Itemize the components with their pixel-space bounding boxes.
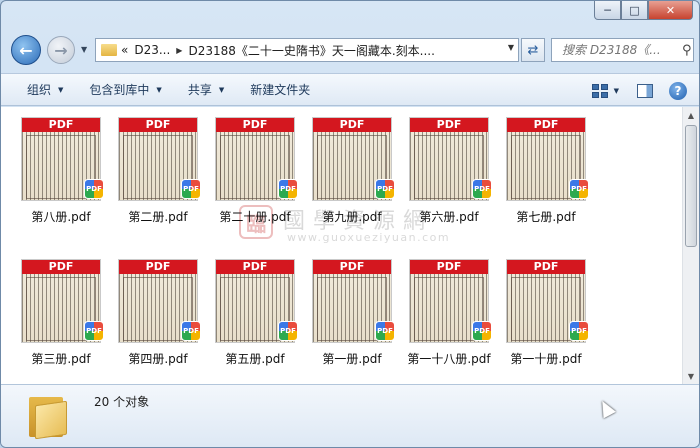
- scroll-thumb[interactable]: [685, 125, 697, 247]
- view-options-icon[interactable]: [591, 83, 608, 98]
- explorer-window: ─ □ ✕ ← → ▼ « D23... ▶ D23188《二十一史隋书》天一阁…: [0, 0, 700, 448]
- pdf-app-icon: PDF: [569, 321, 589, 341]
- new-folder-label: 新建文件夹: [250, 83, 311, 97]
- share-menu[interactable]: 共享 ▼: [188, 81, 224, 98]
- file-item[interactable]: PDF PDF 第四册.pdf: [110, 251, 206, 379]
- back-button[interactable]: ←: [11, 35, 41, 65]
- scroll-up-icon[interactable]: ▲: [683, 107, 699, 123]
- breadcrumb-item[interactable]: D23...: [134, 43, 170, 57]
- pdf-app-icon: PDF: [472, 321, 492, 341]
- breadcrumb-overflow[interactable]: «: [121, 43, 128, 57]
- search-icon[interactable]: ⚲: [682, 43, 692, 58]
- share-label: 共享: [187, 83, 212, 97]
- refresh-icon: ⇄: [527, 42, 539, 58]
- forward-button[interactable]: →: [47, 36, 75, 64]
- file-name: 第四册.pdf: [128, 352, 188, 366]
- chevron-down-icon: ▼: [218, 85, 225, 94]
- address-bar[interactable]: « D23... ▶ D23188《二十一史隋书》天一阁藏本.刻本.... ▼: [95, 38, 519, 62]
- new-folder-button[interactable]: 新建文件夹: [250, 81, 310, 98]
- close-button[interactable]: ✕: [648, 1, 693, 20]
- pdf-banner: PDF: [507, 118, 585, 132]
- pdf-app-icon: PDF: [278, 321, 298, 341]
- preview-pane-icon[interactable]: [637, 83, 653, 98]
- minimize-button[interactable]: ─: [594, 1, 621, 20]
- pdf-app-icon: PDF: [375, 179, 395, 199]
- maximize-button[interactable]: □: [621, 1, 648, 20]
- file-name: 第二册.pdf: [128, 210, 188, 224]
- file-item[interactable]: PDF PDF 第一册.pdf: [304, 251, 400, 379]
- scroll-down-icon[interactable]: ▼: [683, 368, 699, 384]
- file-name: 第一十八册.pdf: [407, 352, 491, 366]
- item-count: 20 个对象: [94, 395, 150, 409]
- recent-pages-dropdown[interactable]: ▼: [81, 45, 87, 54]
- view-dropdown-icon[interactable]: ▼: [614, 87, 619, 95]
- pdf-banner: PDF: [119, 118, 197, 132]
- details-pane: 20 个对象: [1, 384, 699, 447]
- navigation-row: ← → ▼ « D23... ▶ D23188《二十一史隋书》天一阁藏本.刻本.…: [1, 33, 699, 67]
- breadcrumb-item[interactable]: D23188《二十一史隋书》天一阁藏本.刻本....: [188, 42, 435, 59]
- pdf-banner: PDF: [22, 118, 100, 132]
- pdf-app-icon: PDF: [278, 179, 298, 199]
- file-item[interactable]: PDF PDF 第三册.pdf: [13, 251, 109, 379]
- organize-label: 组织: [27, 83, 52, 97]
- pdf-banner: PDF: [410, 118, 488, 132]
- file-name: 第七册.pdf: [516, 210, 576, 224]
- file-item[interactable]: PDF PDF 第二十册.pdf: [207, 109, 303, 237]
- refresh-button[interactable]: ⇄: [521, 38, 545, 62]
- pdf-banner: PDF: [119, 260, 197, 274]
- file-item[interactable]: PDF PDF 第八册.pdf: [13, 109, 109, 237]
- pdf-banner: PDF: [216, 118, 294, 132]
- pdf-app-icon: PDF: [84, 321, 104, 341]
- pdf-banner: PDF: [313, 260, 391, 274]
- file-item[interactable]: PDF PDF 第一十册.pdf: [498, 251, 594, 379]
- help-icon[interactable]: ?: [669, 81, 687, 100]
- folder-icon: [29, 393, 73, 440]
- file-item[interactable]: PDF PDF 第二册.pdf: [110, 109, 206, 237]
- organize-menu[interactable]: 组织 ▼: [27, 81, 63, 98]
- file-item[interactable]: PDF PDF 第七册.pdf: [498, 109, 594, 237]
- file-name: 第五册.pdf: [225, 352, 285, 366]
- pdf-app-icon: PDF: [375, 321, 395, 341]
- chevron-down-icon: ▼: [58, 85, 64, 94]
- folder-icon: [101, 44, 117, 56]
- include-in-library-menu[interactable]: 包含到库中 ▼: [89, 81, 161, 98]
- file-item[interactable]: PDF PDF 第六册.pdf: [401, 109, 497, 237]
- file-name: 第六册.pdf: [419, 210, 479, 224]
- file-name: 第二十册.pdf: [219, 210, 291, 224]
- pdf-app-icon: PDF: [472, 179, 492, 199]
- file-name: 第九册.pdf: [322, 210, 382, 224]
- file-name: 第一十册.pdf: [510, 352, 582, 366]
- address-dropdown-icon[interactable]: ▼: [508, 43, 514, 52]
- file-item[interactable]: PDF PDF 第五册.pdf: [207, 251, 303, 379]
- title-bar: ─ □ ✕: [1, 1, 699, 31]
- search-input[interactable]: [562, 43, 680, 57]
- pdf-app-icon: PDF: [569, 179, 589, 199]
- pdf-banner: PDF: [313, 118, 391, 132]
- include-label: 包含到库中: [89, 83, 150, 97]
- file-item[interactable]: PDF PDF 第九册.pdf: [304, 109, 400, 237]
- command-bar: 组织 ▼ 包含到库中 ▼ 共享 ▼ 新建文件夹 ▼ ?: [1, 73, 699, 106]
- pdf-banner: PDF: [410, 260, 488, 274]
- pdf-app-icon: PDF: [84, 179, 104, 199]
- pdf-banner: PDF: [507, 260, 585, 274]
- pdf-app-icon: PDF: [181, 321, 201, 341]
- pdf-banner: PDF: [216, 260, 294, 274]
- file-item[interactable]: PDF PDF 第一十八册.pdf: [401, 251, 497, 379]
- search-box[interactable]: ⚲: [551, 38, 694, 62]
- pdf-banner: PDF: [22, 260, 100, 274]
- file-list-pane[interactable]: 臨 國學資源網 www.guoxueziyuan.com ▲ ▼ PDF PDF 第…: [1, 107, 699, 384]
- file-name: 第三册.pdf: [31, 352, 91, 366]
- toolbar-right: ▼ ?: [591, 74, 699, 107]
- chevron-down-icon: ▼: [156, 85, 162, 94]
- pdf-app-icon: PDF: [181, 179, 201, 199]
- chevron-right-icon[interactable]: ▶: [176, 46, 182, 55]
- file-name: 第八册.pdf: [31, 210, 91, 224]
- vertical-scrollbar[interactable]: ▲ ▼: [682, 107, 699, 384]
- file-name: 第一册.pdf: [322, 352, 382, 366]
- window-controls: ─ □ ✕: [594, 1, 693, 20]
